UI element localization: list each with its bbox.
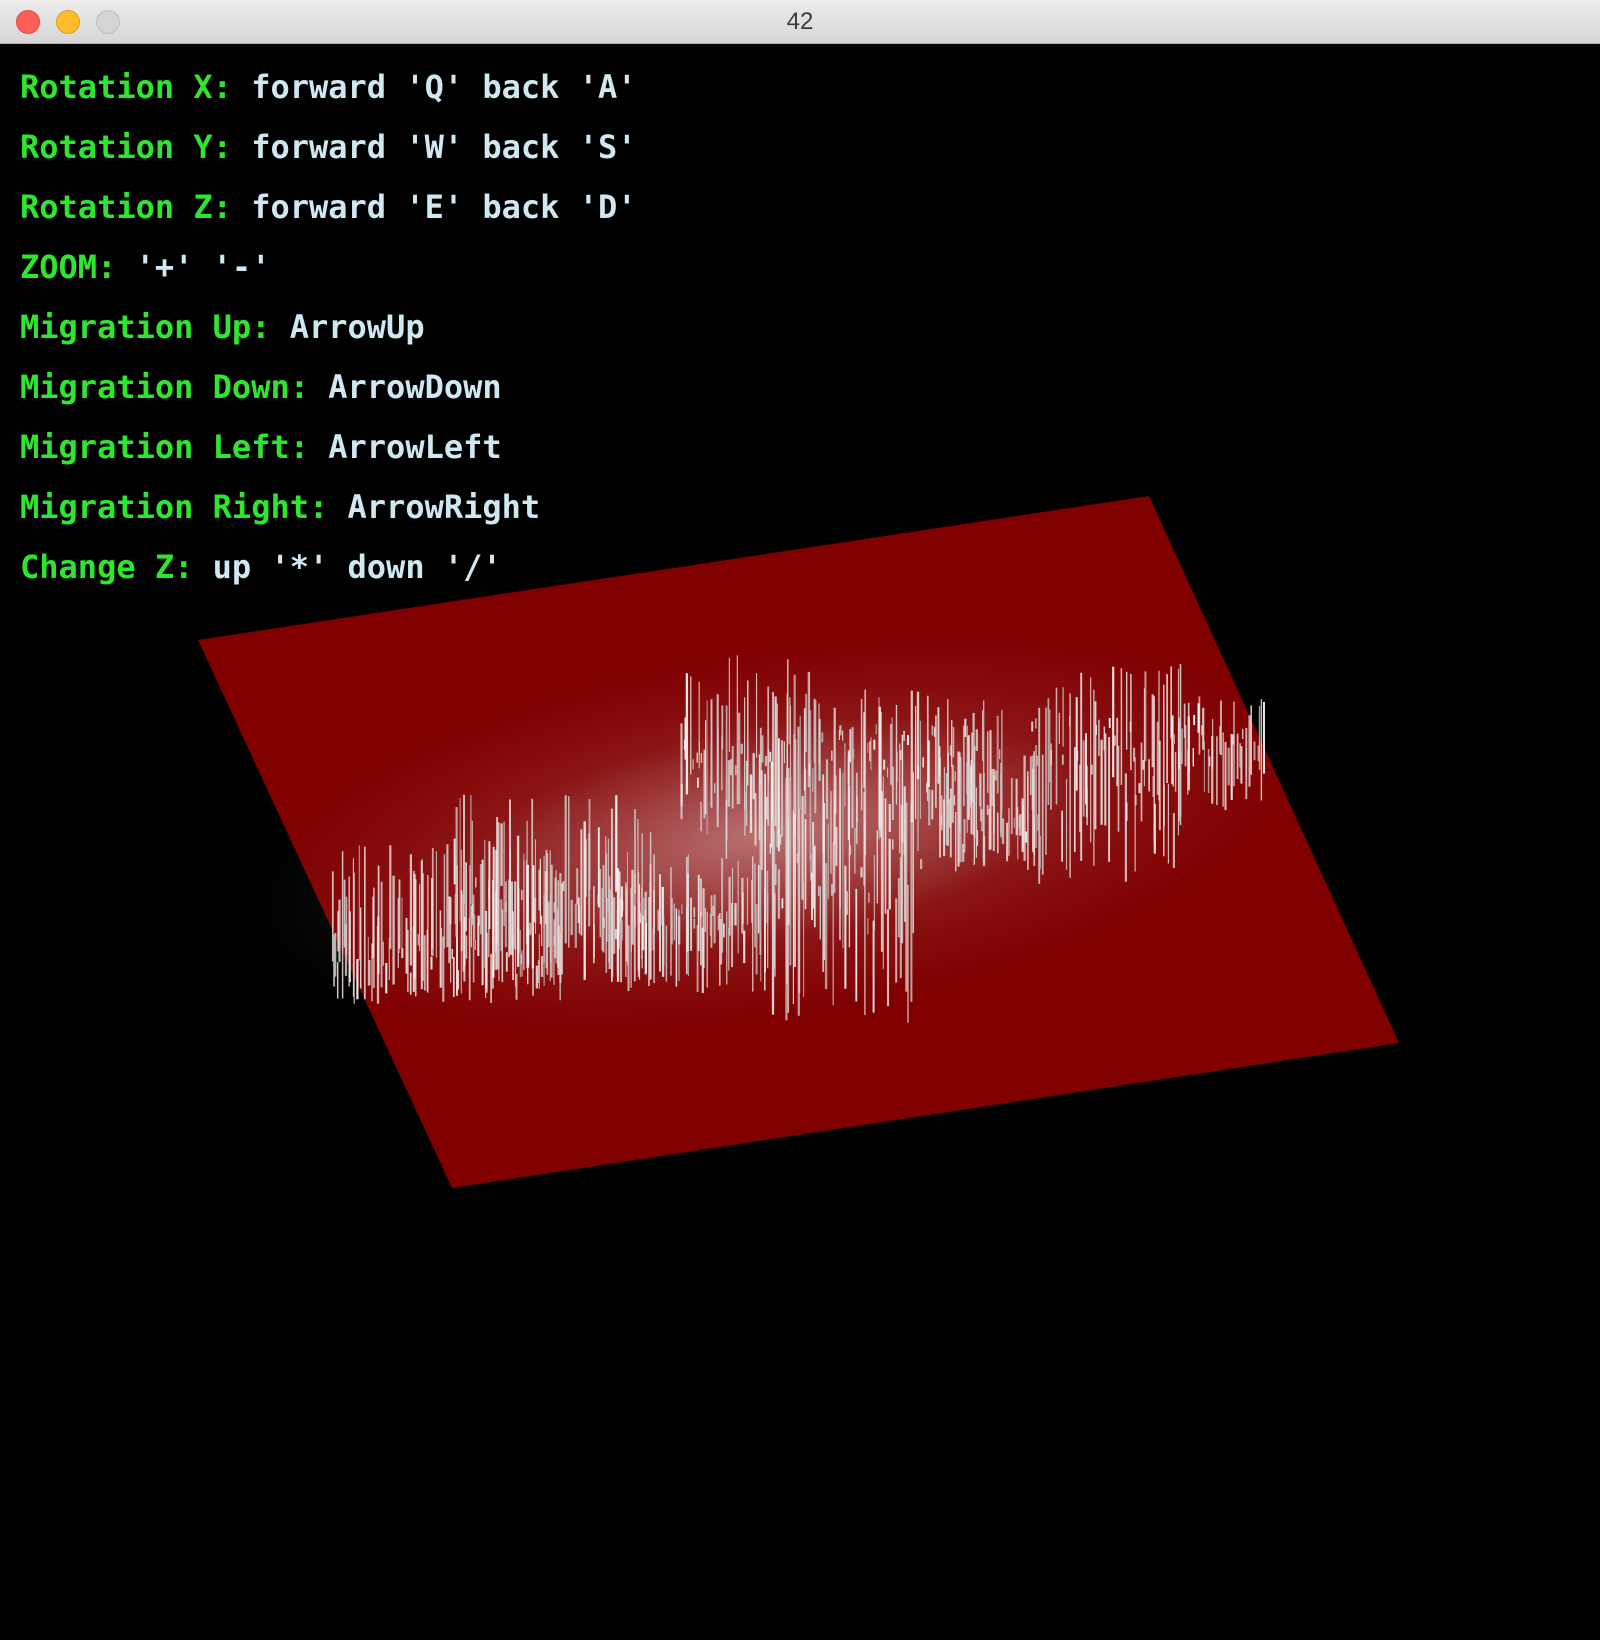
help-value: forward 'W' back 'S'	[251, 128, 637, 166]
help-line-migration-up: Migration Up: ArrowUp	[20, 304, 637, 364]
help-label: Migration Down:	[20, 368, 309, 406]
help-label: ZOOM:	[20, 248, 117, 286]
help-line-rotation-z: Rotation Z: forward 'E' back 'D'	[20, 184, 637, 244]
help-value: '+' '-'	[135, 248, 271, 286]
window-title: 42	[786, 8, 814, 35]
help-line-migration-right: Migration Right: ArrowRight	[20, 484, 637, 544]
help-label: Migration Up:	[20, 308, 271, 346]
help-line-rotation-x: Rotation X: forward 'Q' back 'A'	[20, 64, 637, 124]
help-line-rotation-y: Rotation Y: forward 'W' back 'S'	[20, 124, 637, 184]
title-bar[interactable]: 42	[0, 0, 1600, 44]
help-label: Rotation Y:	[20, 128, 232, 166]
help-line-change-z: Change Z: up '*' down '/'	[20, 544, 637, 604]
render-viewport[interactable]: Rotation X: forward 'Q' back 'A' Rotatio…	[0, 44, 1600, 1640]
help-value: up '*' down '/'	[212, 548, 502, 586]
help-line-zoom: ZOOM: '+' '-'	[20, 244, 637, 304]
help-value: ArrowDown	[328, 368, 502, 406]
app-window: 42 Rotation X: forward 'Q' back 'A' Rota…	[0, 0, 1600, 1640]
help-value: ArrowLeft	[328, 428, 502, 466]
help-line-migration-down: Migration Down: ArrowDown	[20, 364, 637, 424]
help-label: Migration Left:	[20, 428, 309, 466]
help-label: Change Z:	[20, 548, 194, 586]
help-value: forward 'E' back 'D'	[251, 188, 637, 226]
help-label: Migration Right:	[20, 488, 329, 526]
help-value: ArrowUp	[289, 308, 425, 346]
help-value: forward 'Q' back 'A'	[251, 68, 637, 106]
help-label: Rotation X:	[20, 68, 232, 106]
help-line-migration-left: Migration Left: ArrowLeft	[20, 424, 637, 484]
controls-help: Rotation X: forward 'Q' back 'A' Rotatio…	[20, 64, 637, 604]
help-label: Rotation Z:	[20, 188, 232, 226]
help-value: ArrowRight	[347, 488, 541, 526]
